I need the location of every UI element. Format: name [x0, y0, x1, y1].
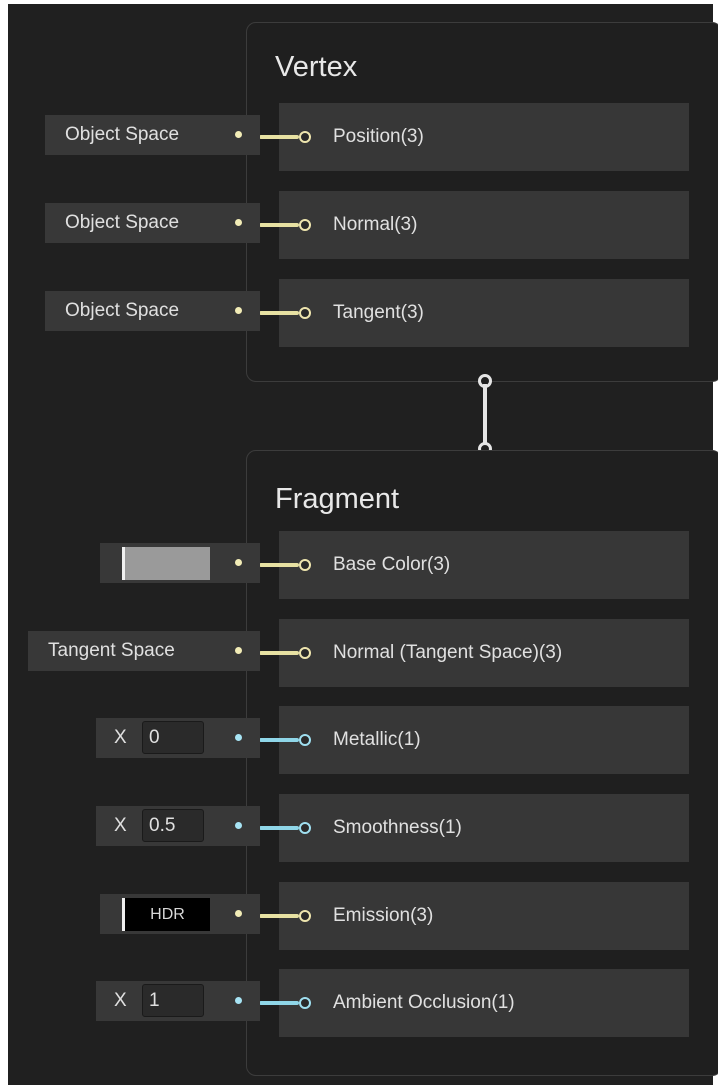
metallic-input[interactable]: 0 — [142, 721, 204, 754]
dropdown-value: Tangent Space — [48, 640, 175, 661]
slot-metallic[interactable]: Metallic(1) — [259, 706, 689, 774]
base-color-field[interactable] — [100, 543, 260, 583]
input-dot-icon — [235, 219, 242, 226]
slot-label: Normal(3) — [333, 214, 418, 235]
port-wire — [259, 1001, 299, 1005]
port-circle-icon[interactable] — [299, 131, 311, 143]
ambient-occlusion-field[interactable]: X 1 — [96, 981, 260, 1021]
dropdown-value: Object Space — [65, 124, 180, 145]
metallic-field[interactable]: X 0 — [96, 718, 260, 758]
slot-normal-tangent[interactable]: Normal (Tangent Space)(3) — [259, 619, 689, 687]
input-dot-icon — [235, 307, 242, 314]
shader-graph-canvas[interactable]: Vertex Position(3) Normal(3) Tangent(3) … — [8, 4, 718, 1085]
slot-label: Base Color(3) — [333, 554, 451, 575]
port-circle-icon[interactable] — [299, 734, 311, 746]
port-wire — [259, 651, 299, 655]
slot-base-color[interactable]: Base Color(3) — [259, 531, 689, 599]
smoothness-input[interactable]: 0.5 — [142, 809, 204, 842]
port-wire — [259, 135, 299, 139]
input-dot-icon — [235, 997, 242, 1004]
slot-emission[interactable]: Emission(3) — [259, 882, 689, 950]
input-dot-icon — [235, 734, 242, 741]
fragment-context-block[interactable]: Fragment Base Color(3) Normal (Tangent S… — [246, 450, 718, 1076]
port-wire — [259, 563, 299, 567]
slot-position[interactable]: Position(3) — [259, 103, 689, 171]
vertex-context-block[interactable]: Vertex Position(3) Normal(3) Tangent(3) — [246, 22, 718, 382]
ambient-occlusion-input[interactable]: 1 — [142, 984, 204, 1017]
slot-normal[interactable]: Normal(3) — [259, 191, 689, 259]
port-circle-icon[interactable] — [299, 559, 311, 571]
input-dot-icon — [235, 559, 242, 566]
slot-label: Metallic(1) — [333, 729, 421, 750]
dropdown-value: Object Space — [65, 212, 180, 233]
slot-label: Emission(3) — [333, 905, 434, 926]
fragment-block-title: Fragment — [275, 483, 400, 515]
slot-label: Normal (Tangent Space)(3) — [333, 642, 563, 663]
slot-smoothness[interactable]: Smoothness(1) — [259, 794, 689, 862]
emission-field[interactable]: HDR — [100, 894, 260, 934]
input-dot-icon — [235, 822, 242, 829]
port-circle-icon[interactable] — [299, 997, 311, 1009]
port-wire — [259, 914, 299, 918]
normal-space-dropdown[interactable]: Object Space — [45, 203, 260, 243]
vertex-block-title: Vertex — [275, 51, 358, 83]
connector-icon — [476, 370, 496, 460]
port-wire — [259, 826, 299, 830]
tangent-space-dropdown[interactable]: Object Space — [45, 291, 260, 331]
input-dot-icon — [235, 910, 242, 917]
axis-label: X — [114, 815, 127, 836]
position-space-dropdown[interactable]: Object Space — [45, 115, 260, 155]
port-circle-icon[interactable] — [299, 822, 311, 834]
port-circle-icon[interactable] — [299, 910, 311, 922]
smoothness-field[interactable]: X 0.5 — [96, 806, 260, 846]
port-wire — [259, 311, 299, 315]
port-wire — [259, 738, 299, 742]
block-link-line — [483, 384, 487, 446]
port-circle-icon[interactable] — [299, 647, 311, 659]
port-circle-icon[interactable] — [299, 307, 311, 319]
slot-tangent[interactable]: Tangent(3) — [259, 279, 689, 347]
normal-space-dropdown[interactable]: Tangent Space — [28, 631, 260, 671]
color-swatch[interactable] — [122, 547, 210, 580]
slot-label: Smoothness(1) — [333, 817, 462, 838]
slot-label: Position(3) — [333, 126, 424, 147]
port-circle-icon[interactable] — [299, 219, 311, 231]
input-dot-icon — [235, 647, 242, 654]
slot-ambient-occlusion[interactable]: Ambient Occlusion(1) — [259, 969, 689, 1037]
slot-label: Tangent(3) — [333, 302, 424, 323]
slot-label: Ambient Occlusion(1) — [333, 992, 515, 1013]
axis-label: X — [114, 727, 127, 748]
dropdown-value: Object Space — [65, 300, 180, 321]
input-dot-icon — [235, 131, 242, 138]
axis-label: X — [114, 990, 127, 1011]
hdr-color-swatch[interactable]: HDR — [122, 898, 210, 931]
port-wire — [259, 223, 299, 227]
